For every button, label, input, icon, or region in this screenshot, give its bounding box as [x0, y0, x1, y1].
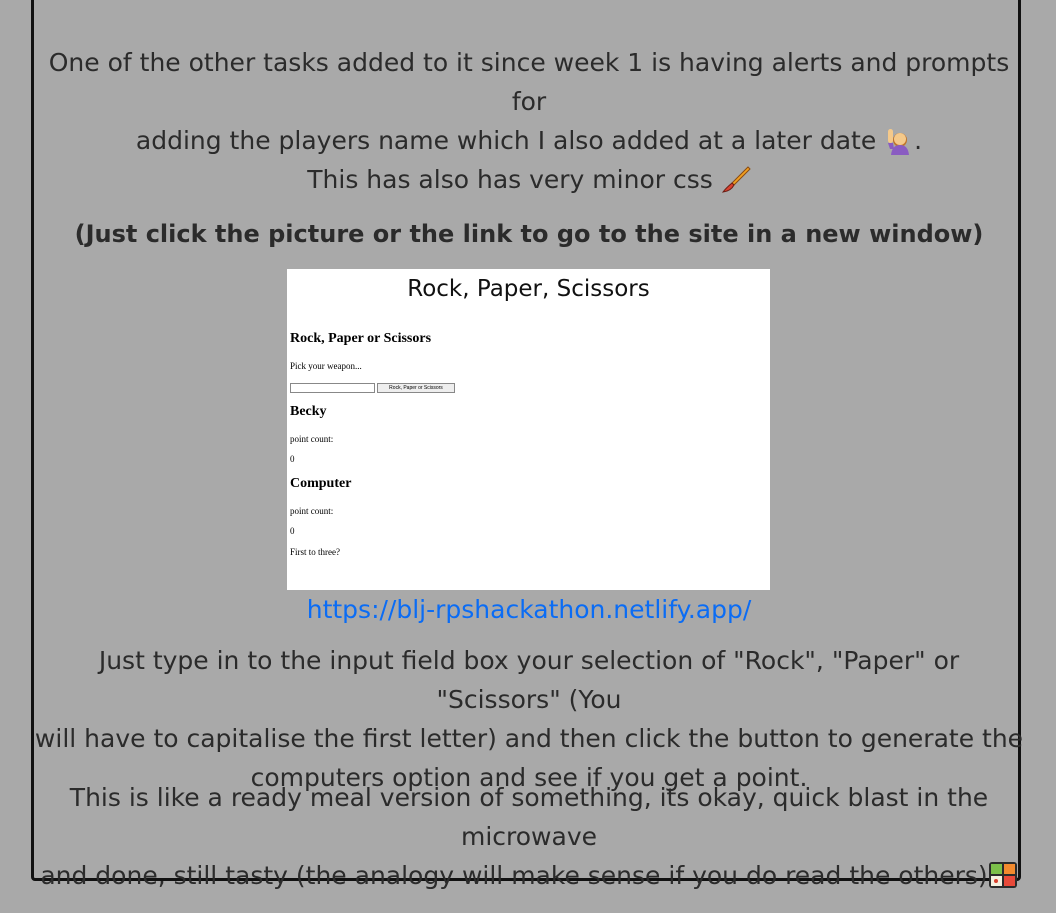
preview-footer: First to three?	[290, 547, 340, 557]
paragraph-css-text: This has also has very minor css	[307, 165, 713, 194]
person-raising-hand-icon	[888, 129, 910, 155]
blog-post-card: One of the other tasks added to it since…	[31, 0, 1024, 890]
preview-button: Rock, Paper or Scissors	[377, 383, 455, 393]
preview-prompt: Pick your weapon...	[290, 361, 362, 371]
preview-player-score: 0	[290, 454, 295, 464]
preview-title: Rock, Paper, Scissors	[407, 276, 650, 302]
paragraph-instructions-line1: Just type in to the input field box your…	[98, 646, 960, 714]
paragraph-css: This has also has very minor css	[34, 160, 1024, 199]
preview-computer-score: 0	[290, 526, 295, 536]
paragraph-instructions-line2: will have to capitalise the first letter…	[34, 724, 1024, 753]
paragraph-alerts: One of the other tasks added to it since…	[34, 43, 1024, 160]
preview-computer-name: Computer	[290, 476, 352, 491]
preview-computer-label: point count:	[290, 506, 334, 516]
paragraph-ready-meal-line1: This is like a ready meal version of som…	[69, 783, 989, 851]
site-preview-image-link[interactable]: Rock, Paper, Scissors Rock, Paper or Sci…	[287, 269, 770, 590]
paragraph-alerts-line1: One of the other tasks added to it since…	[48, 48, 1010, 116]
site-link[interactable]: https://blj-rpshackathon.netlify.app/	[34, 595, 1024, 624]
bento-box-icon	[988, 862, 1017, 888]
preview-input	[290, 383, 375, 393]
paragraph-alerts-line2: adding the players name which I also add…	[135, 126, 877, 155]
paragraph-ready-meal-line2: and done, still tasty (the analogy will …	[40, 861, 988, 890]
paintbrush-icon	[721, 166, 751, 193]
instruction-heading: (Just click the picture or the link to g…	[74, 220, 984, 248]
preview-player-label: point count:	[290, 434, 334, 444]
preview-heading: Rock, Paper or Scissors	[290, 331, 432, 346]
preview-player-name: Becky	[290, 404, 327, 419]
paragraph-instructions: Just type in to the input field box your…	[34, 641, 1024, 797]
paragraph-alerts-end: .	[914, 126, 923, 155]
paragraph-ready-meal: This is like a ready meal version of som…	[34, 778, 1024, 895]
